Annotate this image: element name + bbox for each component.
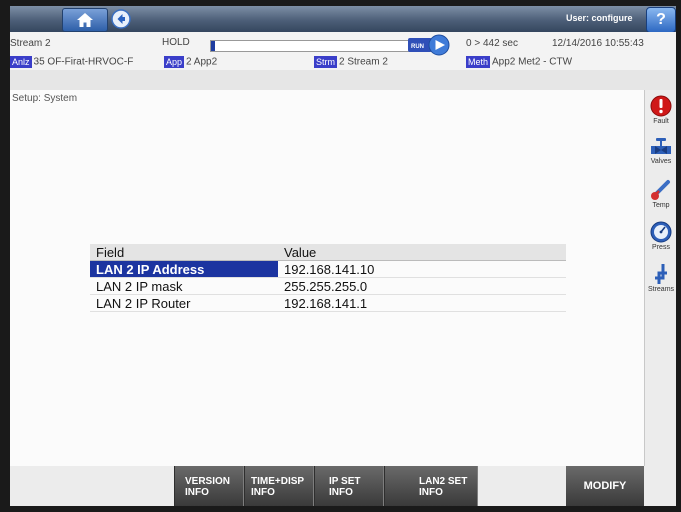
help-icon: ? <box>656 11 666 28</box>
table-header-row: Field Value <box>90 244 566 261</box>
run-button[interactable]: RUN <box>408 34 450 56</box>
meth-tag: Meth <box>466 56 491 68</box>
main-panel: Setup: System Field Value LAN 2 IP Addre… <box>10 90 644 466</box>
version-info-label-1: VERSION <box>185 476 231 487</box>
progress-fill <box>211 41 216 51</box>
table-row[interactable]: LAN 2 IP mask 255.255.255.0 <box>90 277 566 295</box>
settings-table: Field Value LAN 2 IP Address 192.168.141… <box>90 244 566 312</box>
modify-label: MODIFY <box>583 480 627 492</box>
column-header-value: Value <box>278 244 566 261</box>
meth-value: App2 Met2 - CTW <box>492 56 573 68</box>
value-cell[interactable]: 255.255.255.0 <box>278 277 566 295</box>
home-icon <box>77 13 93 27</box>
press-label: Press <box>652 244 670 251</box>
ip-set-label-2: INFO <box>329 487 353 498</box>
app-value: 2 App2 <box>186 56 218 68</box>
time-disp-label-2: INFO <box>251 487 275 498</box>
pressure-gauge-icon <box>650 221 672 243</box>
streams-label: Streams <box>647 286 675 293</box>
strm-value: 2 Stream 2 <box>339 56 388 68</box>
user-label: User: configure <box>566 13 633 23</box>
fault-icon <box>650 95 672 117</box>
temp-label: Temp <box>652 202 670 209</box>
streams-pipe-icon <box>655 264 667 284</box>
field-cell[interactable]: LAN 2 IP Router <box>90 294 278 312</box>
valve-icon <box>651 138 671 154</box>
screen: User: configure ? Stream 2 HOLD RUN 0 > … <box>10 6 676 506</box>
table-row[interactable]: LAN 2 IP Router 192.168.141.1 <box>90 294 566 312</box>
time-disp-label-1: TIME+DISP <box>251 476 305 487</box>
app-tag: App <box>164 56 185 68</box>
time-disp-info-button[interactable]: TIME+DISP INFO <box>244 466 314 506</box>
breadcrumb: Setup: System <box>12 93 78 104</box>
field-cell[interactable]: LAN 2 IP Address <box>90 260 278 278</box>
run-progress-bar <box>210 40 414 52</box>
anlz-info[interactable]: Anlz 35 OF-Firat-HRVOC-F <box>10 56 133 68</box>
temp-button[interactable]: Temp <box>645 176 676 218</box>
modify-button[interactable]: MODIFY <box>566 466 644 506</box>
fault-button[interactable]: Fault <box>645 92 676 134</box>
title-bar: User: configure ? <box>10 6 676 33</box>
status-area: Stream 2 HOLD RUN 0 > 442 sec 12/14/2016… <box>10 32 676 70</box>
version-info-label-2: INFO <box>185 487 209 498</box>
streams-button[interactable]: Streams <box>645 260 676 302</box>
home-button[interactable] <box>62 8 108 32</box>
press-button[interactable]: Press <box>645 218 676 260</box>
column-header-field: Field <box>90 244 278 261</box>
ip-set-label-1: IP SET <box>329 476 361 487</box>
hold-label: HOLD <box>162 37 190 48</box>
version-info-button[interactable]: VERSION INFO <box>174 466 244 506</box>
value-cell[interactable]: 192.168.141.1 <box>278 294 566 312</box>
ip-set-info-button[interactable]: IP SET INFO <box>314 466 384 506</box>
status-sidebar: Fault Valves Temp Press Streams <box>644 90 676 466</box>
value-cell[interactable]: 192.168.141.10 <box>278 260 566 278</box>
fault-label: Fault <box>653 118 669 125</box>
softkey-bar: VERSION INFO TIME+DISP INFO IP SET INFO … <box>10 466 676 506</box>
anlz-value: 35 OF-Firat-HRVOC-F <box>33 56 134 68</box>
table-row[interactable]: LAN 2 IP Address 192.168.141.10 <box>90 260 566 278</box>
back-button[interactable] <box>106 8 136 30</box>
strm-info[interactable]: Strm 2 Stream 2 <box>314 56 388 68</box>
back-arrow-icon <box>111 9 131 29</box>
valves-button[interactable]: Valves <box>645 134 676 176</box>
run-play-icon: RUN <box>408 34 450 56</box>
thermometer-icon <box>651 180 670 200</box>
time-range: 0 > 442 sec <box>466 38 518 49</box>
stream-label: Stream 2 <box>10 38 51 49</box>
anlz-tag: Anlz <box>10 56 32 68</box>
strm-tag: Strm <box>314 56 337 68</box>
lan2-set-info-button[interactable]: LAN2 SET INFO <box>384 466 478 506</box>
run-label: RUN <box>411 44 424 50</box>
lan2-set-label-2: INFO <box>419 487 443 498</box>
lan2-set-label-1: LAN2 SET <box>419 476 468 487</box>
field-cell[interactable]: LAN 2 IP mask <box>90 277 278 295</box>
app-info[interactable]: App 2 App2 <box>164 56 217 68</box>
meth-info[interactable]: Meth App2 Met2 - CTW <box>466 56 572 68</box>
help-button[interactable]: ? <box>646 7 676 33</box>
valves-label: Valves <box>650 158 672 165</box>
datetime: 12/14/2016 10:55:43 <box>552 38 644 49</box>
